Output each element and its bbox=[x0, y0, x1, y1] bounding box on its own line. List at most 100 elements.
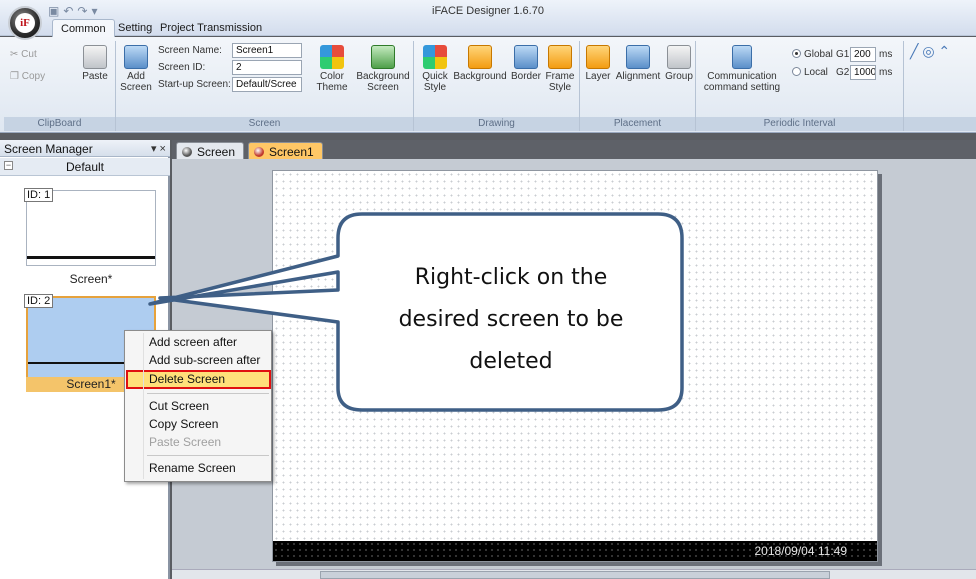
menu-copy-screen[interactable]: Copy Screen bbox=[149, 417, 218, 431]
screen1-tab-icon bbox=[254, 147, 264, 157]
border-button[interactable]: Border bbox=[510, 45, 542, 82]
add-screen-label: Add bbox=[127, 71, 145, 82]
border-label: Border bbox=[510, 71, 541, 82]
shapes-group: ╱ ◎ ⌃ bbox=[904, 41, 976, 131]
callout-text: Right-click on the desired screen to be … bbox=[338, 257, 684, 383]
startup-screen-label: Start-up Screen: bbox=[158, 79, 231, 90]
horizontal-scrollbar[interactable] bbox=[172, 569, 976, 579]
background-screen-icon bbox=[371, 45, 395, 69]
alignment-button[interactable]: Alignment bbox=[614, 45, 662, 82]
screen-group: Add Screen Screen Name: Screen1 Screen ID… bbox=[116, 41, 414, 131]
app-logo-icon: iF bbox=[15, 13, 35, 33]
alignment-label: Alignment bbox=[615, 71, 661, 82]
background-screen-label: Background bbox=[356, 71, 410, 82]
g1-field[interactable]: 200 bbox=[850, 47, 876, 62]
group-label: Group bbox=[665, 71, 693, 82]
app-menu-button[interactable]: iF bbox=[8, 6, 42, 40]
local-radio[interactable]: Local bbox=[792, 67, 828, 78]
background-button[interactable]: Background bbox=[452, 45, 508, 82]
callout-line-1: Right-click on the bbox=[414, 265, 608, 290]
screen-name-field[interactable]: Screen1 bbox=[232, 43, 302, 58]
g1-label: G1 bbox=[836, 49, 850, 60]
ribbon: ✂ Cut ❐ Copy Paste ClipBoard Add Screen S… bbox=[0, 37, 976, 133]
add-screen-label2: Screen bbox=[120, 82, 152, 93]
screen-caption-1[interactable]: Screen* bbox=[26, 272, 156, 286]
background-icon bbox=[468, 45, 492, 69]
callout-line-2: desired screen to be bbox=[398, 307, 624, 332]
clipboard-group-label: ClipBoard bbox=[4, 117, 115, 131]
color-theme-label: Color bbox=[320, 71, 344, 82]
panel-controls-icon[interactable]: ▾ × bbox=[151, 142, 166, 155]
g2-label: G2 bbox=[836, 67, 850, 78]
background-screen-button[interactable]: Background Screen bbox=[356, 45, 410, 93]
color-theme-icon bbox=[320, 45, 344, 69]
screen-id-tag-1: ID: 1 bbox=[24, 188, 54, 202]
global-radio-dot bbox=[792, 49, 801, 58]
comm-label2: command setting bbox=[703, 82, 781, 93]
screen-id-label: Screen ID: bbox=[158, 62, 206, 73]
doc-tab-screen1[interactable]: Screen1 bbox=[248, 142, 323, 159]
g1-unit: ms bbox=[879, 49, 893, 60]
frame-style-button[interactable]: Frame Style bbox=[544, 45, 576, 93]
screen-group-header[interactable]: − Default bbox=[0, 158, 170, 176]
tab-project-transmission[interactable]: Project Transmission bbox=[152, 19, 270, 37]
doc-tab-screen[interactable]: Screen bbox=[176, 142, 245, 159]
color-theme-button[interactable]: Color Theme bbox=[312, 45, 352, 93]
paste-button[interactable]: Paste bbox=[80, 45, 110, 82]
communication-icon bbox=[732, 45, 752, 69]
screen-tab-icon bbox=[182, 147, 192, 157]
g2-unit: ms bbox=[879, 67, 893, 78]
ribbon-tab-row: Common Setting Project Transmission bbox=[0, 19, 976, 37]
menu-cut-screen[interactable]: Cut Screen bbox=[149, 399, 209, 413]
window-title: iFACE Designer 1.6.70 bbox=[432, 5, 544, 17]
comm-label: Communication bbox=[707, 71, 777, 82]
tab-common[interactable]: Common bbox=[52, 19, 115, 37]
drawing-group: Quick Style Background Border Frame Style … bbox=[414, 41, 580, 131]
copy-button[interactable]: ❐ Copy bbox=[10, 71, 45, 82]
drawing-group-label: Drawing bbox=[414, 117, 579, 131]
alignment-icon bbox=[626, 45, 650, 69]
clipboard-group: ✂ Cut ❐ Copy Paste ClipBoard bbox=[4, 41, 116, 131]
screen-group-label: Screen bbox=[116, 117, 413, 131]
frame-style-label2: Style bbox=[548, 82, 572, 93]
global-label: Global bbox=[804, 49, 833, 60]
layer-button[interactable]: Layer bbox=[584, 45, 612, 82]
local-radio-dot bbox=[792, 67, 801, 76]
placement-group: Layer Alignment Group Placement bbox=[580, 41, 696, 131]
collapse-icon[interactable]: − bbox=[4, 161, 13, 170]
thumbnail-statusbar bbox=[27, 256, 155, 259]
global-radio[interactable]: Global bbox=[792, 49, 833, 60]
color-theme-label2: Theme bbox=[316, 82, 348, 93]
paste-icon bbox=[83, 45, 107, 69]
doc-tab-screen-label: Screen bbox=[197, 145, 236, 159]
layer-label: Layer bbox=[585, 71, 611, 82]
add-screen-button[interactable]: Add Screen bbox=[120, 45, 152, 93]
background-screen-label2: Screen bbox=[367, 82, 399, 93]
periodic-group-label: Periodic Interval bbox=[696, 117, 903, 131]
background-label: Background bbox=[453, 71, 507, 82]
menu-rename-screen[interactable]: Rename Screen bbox=[149, 461, 236, 475]
menu-delete-screen[interactable]: Delete Screen bbox=[149, 372, 225, 386]
quick-style-button[interactable]: Quick Style bbox=[420, 45, 450, 93]
placement-group-label: Placement bbox=[580, 117, 695, 131]
menu-add-screen-after[interactable]: Add screen after bbox=[149, 335, 237, 349]
communication-setting-button[interactable]: Communication command setting bbox=[700, 45, 784, 93]
screen-id-stepper[interactable]: 2 bbox=[232, 60, 302, 75]
g2-field[interactable]: 1000 bbox=[850, 65, 876, 80]
callout-line-3: deleted bbox=[469, 349, 553, 374]
doc-tab-screen1-label: Screen1 bbox=[269, 145, 314, 159]
border-icon bbox=[514, 45, 538, 69]
layer-icon bbox=[586, 45, 610, 69]
quick-style-label: Quick bbox=[422, 71, 448, 82]
quick-style-icon bbox=[423, 45, 447, 69]
local-label: Local bbox=[804, 67, 828, 78]
cut-button[interactable]: ✂ Cut bbox=[10, 49, 37, 60]
menu-separator bbox=[147, 393, 269, 394]
screen-manager-header: Screen Manager ▾ × bbox=[0, 140, 170, 157]
startup-screen-select[interactable]: Default/Scree bbox=[232, 77, 302, 92]
menu-add-sub-screen-after[interactable]: Add sub-screen after bbox=[149, 353, 260, 367]
paste-label: Paste bbox=[82, 71, 108, 82]
shape-tools-icon[interactable]: ╱ ◎ ⌃ bbox=[910, 43, 950, 60]
group-button[interactable]: Group bbox=[664, 45, 694, 82]
scrollbar-thumb[interactable] bbox=[320, 571, 830, 579]
